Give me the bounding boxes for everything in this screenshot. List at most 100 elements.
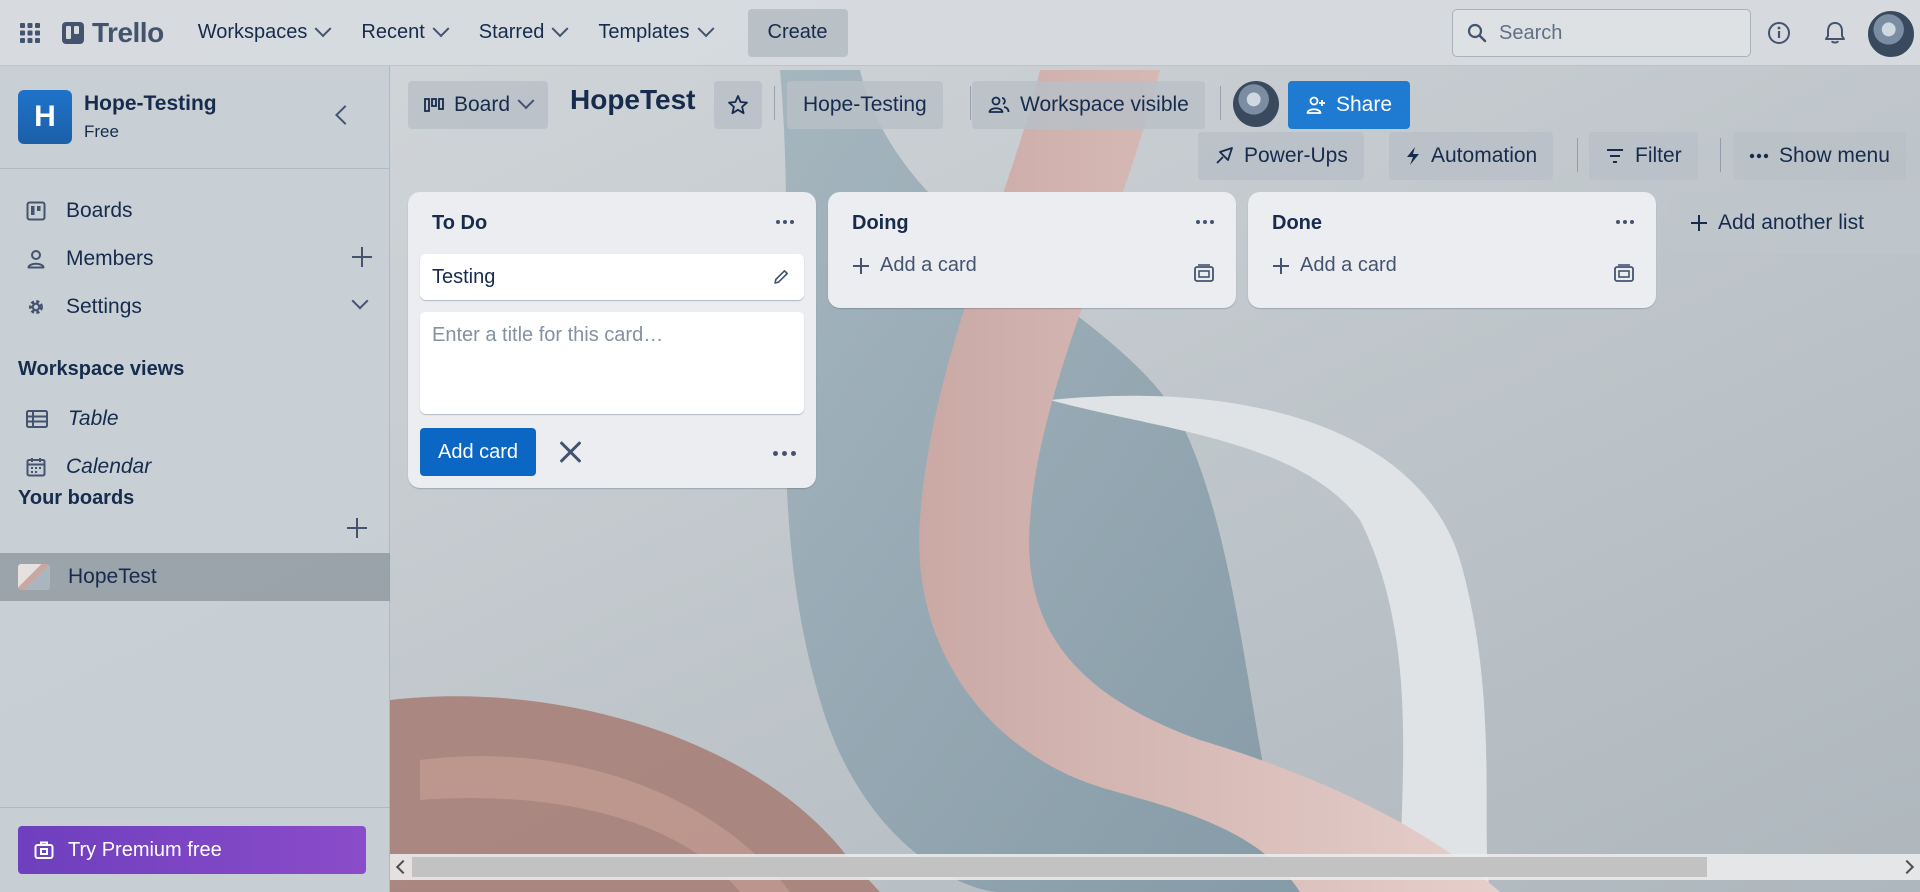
try-premium-button[interactable]: Try Premium free: [18, 826, 366, 874]
more-icon: [1749, 153, 1769, 159]
list-actions-icon[interactable]: [776, 220, 794, 224]
rocket-icon: [1216, 147, 1233, 164]
person-icon: [27, 250, 45, 269]
nav-templates[interactable]: Templates: [582, 11, 727, 55]
show-menu-button[interactable]: Show menu: [1733, 132, 1906, 180]
card-template-icon[interactable]: [1194, 264, 1214, 282]
sidebar-item-members[interactable]: Members: [0, 235, 390, 283]
sidebar-item-table[interactable]: Table: [0, 395, 390, 443]
list-title[interactable]: Done: [1272, 212, 1322, 235]
scroll-left-icon[interactable]: [395, 859, 411, 875]
nav-label: Starred: [478, 21, 545, 43]
workspace-plan: Free: [84, 122, 119, 141]
board-title[interactable]: HopeTest: [570, 84, 696, 116]
card-template-icon[interactable]: [1614, 264, 1634, 282]
add-a-card-label: Add a card: [880, 254, 977, 276]
calendar-icon: [26, 458, 46, 477]
collapse-sidebar-icon[interactable]: [335, 105, 355, 125]
list-title[interactable]: To Do: [432, 212, 487, 235]
sidebar-item-boards[interactable]: Boards: [0, 187, 390, 235]
list-to-do: To Do Testing Add card: [408, 192, 816, 488]
share-button[interactable]: Share: [1288, 81, 1411, 129]
trello-logo[interactable]: Trello: [62, 17, 164, 49]
workspace-button[interactable]: Hope-Testing: [787, 81, 943, 129]
premium-label: Try Premium free: [68, 838, 222, 861]
plus-icon: [1691, 215, 1707, 231]
close-icon[interactable]: [556, 438, 584, 466]
search-box[interactable]: [1452, 9, 1751, 57]
board-view-switcher[interactable]: Board: [408, 81, 549, 129]
horizontal-scrollbar[interactable]: [390, 854, 1920, 880]
gear-icon: [29, 300, 43, 314]
pencil-icon[interactable]: [772, 268, 790, 286]
list-title[interactable]: Doing: [852, 212, 909, 235]
add-a-card-button[interactable]: Add a card: [1272, 254, 1397, 277]
sidebar-board-label: HopeTest: [68, 565, 157, 588]
sidebar-item-label: Boards: [66, 199, 133, 222]
search-input[interactable]: [1499, 21, 1729, 45]
automation-label: Automation: [1431, 144, 1538, 167]
sidebar-item-calendar[interactable]: Calendar: [0, 443, 390, 491]
star-board-button[interactable]: [714, 81, 762, 129]
header-divider: [1577, 138, 1578, 172]
sidebar-item-settings[interactable]: Settings: [0, 283, 390, 331]
add-another-list-button[interactable]: Add another list: [1668, 192, 1920, 254]
power-ups-button[interactable]: Power-Ups: [1198, 132, 1364, 180]
card[interactable]: Testing: [420, 254, 804, 300]
scrollbar-thumb[interactable]: [412, 857, 1707, 877]
list-doing: Doing Add a card: [828, 192, 1236, 308]
add-a-card-label: Add a card: [1300, 254, 1397, 276]
add-card-button[interactable]: Add card: [420, 428, 537, 476]
board-thumbnail: [18, 564, 50, 590]
workspace-logo[interactable]: H: [18, 90, 72, 144]
top-navigation-bar: Trello Workspaces Recent Starred Templat…: [0, 0, 1920, 66]
nav-workspaces[interactable]: Workspaces: [182, 11, 346, 55]
nav-label: Templates: [598, 21, 690, 43]
card-title-input[interactable]: [420, 312, 804, 414]
workspace-header: H Hope-Testing Free: [0, 66, 389, 169]
your-boards-heading: Your boards: [18, 487, 135, 509]
sidebar-item-label: Calendar: [66, 455, 152, 478]
app-switcher-button[interactable]: [0, 0, 60, 66]
scroll-right-icon[interactable]: [1899, 859, 1915, 875]
nav-recent[interactable]: Recent: [345, 11, 462, 55]
list-actions-icon[interactable]: [1616, 220, 1634, 224]
add-member-icon[interactable]: [352, 247, 372, 267]
share-label: Share: [1336, 93, 1393, 116]
chevron-down-icon[interactable]: [351, 292, 369, 310]
workspace-name[interactable]: Hope-Testing: [84, 92, 217, 116]
chevron-down-icon: [551, 19, 569, 37]
plus-icon: [1273, 257, 1289, 274]
card-composer-more-icon[interactable]: [773, 451, 796, 456]
star-icon: [728, 95, 748, 115]
chevron-down-icon: [697, 19, 714, 37]
filter-label: Filter: [1635, 144, 1682, 167]
member-avatar[interactable]: [1233, 81, 1279, 127]
sidebar-board-hopetest[interactable]: HopeTest: [0, 553, 390, 601]
board-view-icon: [424, 98, 444, 112]
list-actions-icon[interactable]: [1196, 220, 1214, 224]
filter-button[interactable]: Filter: [1589, 132, 1698, 180]
nav-label: Recent: [361, 21, 425, 43]
add-board-icon[interactable]: [347, 518, 367, 538]
sidebar-divider: [0, 807, 390, 808]
visibility-label: Workspace visible: [1020, 93, 1189, 116]
visibility-button[interactable]: Workspace visible: [972, 81, 1205, 129]
table-icon: [26, 410, 48, 428]
nav-label: Workspaces: [197, 21, 308, 43]
briefcase-icon: [34, 841, 54, 859]
info-icon[interactable]: [1767, 21, 1791, 45]
nav-starred[interactable]: Starred: [463, 11, 583, 55]
header-divider: [970, 86, 971, 120]
create-button[interactable]: Create: [747, 8, 848, 57]
trello-logo-icon: [62, 21, 84, 44]
chevron-down-icon: [314, 19, 332, 37]
add-a-card-button[interactable]: Add a card: [852, 254, 977, 277]
bell-icon[interactable]: [1823, 20, 1847, 46]
automation-button[interactable]: Automation: [1389, 132, 1554, 180]
card-title: Testing: [432, 266, 496, 288]
sidebar-item-label: Table: [68, 407, 119, 430]
user-avatar[interactable]: [1866, 9, 1916, 59]
board-icon: [26, 201, 46, 221]
chevron-down-icon: [432, 19, 450, 37]
